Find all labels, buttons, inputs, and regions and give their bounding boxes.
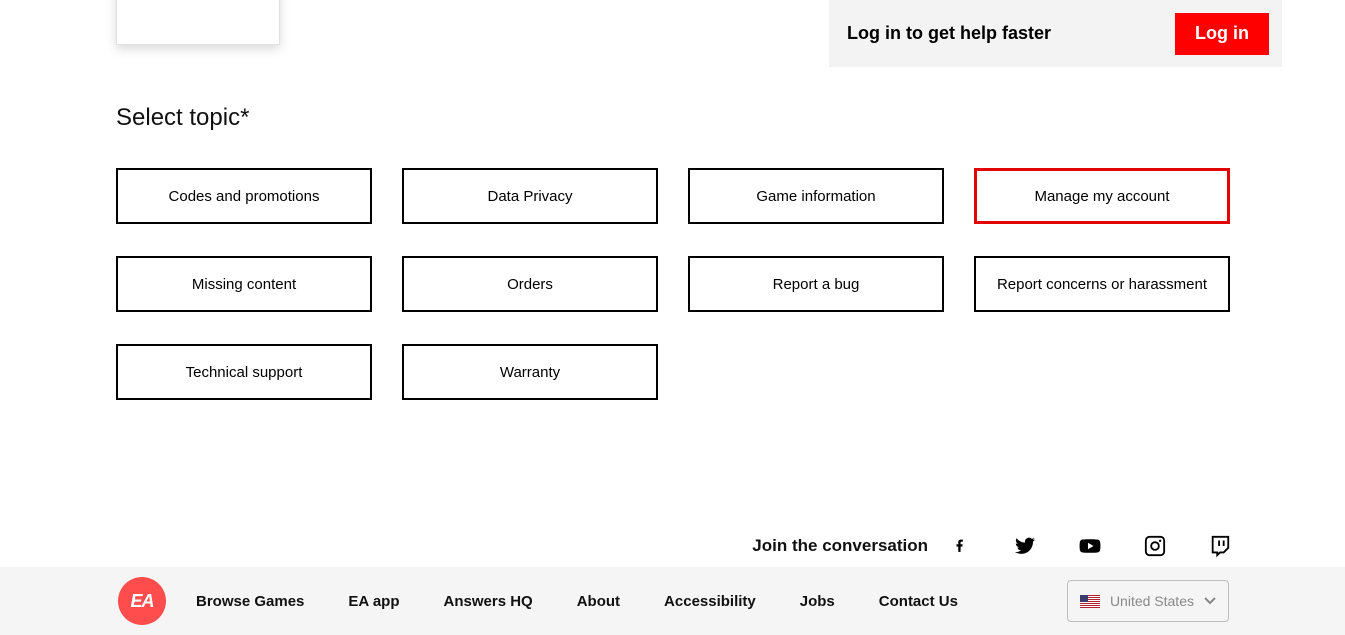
footer-bar: EA Browse Games EA app Answers HQ About Acce… [0, 567, 1345, 635]
login-button[interactable]: Log in [1175, 13, 1269, 55]
flag-icon [1080, 595, 1100, 608]
footer-links: Browse Games EA app Answers HQ About Accessi… [196, 593, 958, 610]
game-card-fragment [116, 0, 280, 45]
footer-link[interactable]: Answers HQ [444, 593, 533, 610]
topic-label: Report concerns or harassment [997, 276, 1207, 293]
social-label: Join the conversation [752, 536, 928, 556]
twitch-icon[interactable] [1205, 534, 1235, 558]
instagram-icon[interactable] [1140, 534, 1170, 558]
login-banner: Log in to get help faster Log in [829, 0, 1282, 67]
topic-label: Technical support [186, 364, 303, 381]
region-selector[interactable]: United States [1067, 580, 1229, 622]
facebook-icon[interactable] [945, 534, 975, 558]
topic-option[interactable]: Data Privacy [402, 168, 658, 224]
topic-option[interactable]: Orders [402, 256, 658, 312]
topic-option[interactable]: Missing content [116, 256, 372, 312]
topic-option[interactable]: Report concerns or harassment [974, 256, 1230, 312]
region-label: United States [1110, 593, 1194, 609]
topic-option[interactable]: Game information [688, 168, 944, 224]
footer-link[interactable]: Browse Games [196, 593, 304, 610]
topic-option[interactable]: Report a bug [688, 256, 944, 312]
topic-label: Codes and promotions [169, 188, 320, 205]
topic-label: Data Privacy [487, 188, 572, 205]
youtube-icon[interactable] [1075, 534, 1105, 558]
footer-link[interactable]: About [577, 593, 620, 610]
footer-link[interactable]: Contact Us [879, 593, 958, 610]
chevron-down-icon [1204, 592, 1216, 610]
main-content: Select topic* Codes and promotions Data P… [116, 104, 1231, 400]
topic-label: Manage my account [1034, 188, 1169, 205]
social-row: Join the conversation [752, 534, 1235, 558]
topic-option[interactable]: Technical support [116, 344, 372, 400]
twitter-icon[interactable] [1010, 534, 1040, 558]
topic-option[interactable]: Manage my account [974, 168, 1230, 224]
topic-label: Report a bug [773, 276, 860, 293]
topic-grid: Codes and promotions Data Privacy Game inf… [116, 168, 1231, 400]
topic-label: Orders [507, 276, 553, 293]
topic-option[interactable]: Warranty [402, 344, 658, 400]
ea-logo[interactable]: EA [118, 577, 166, 625]
select-topic-heading: Select topic* [116, 104, 1231, 132]
topic-label: Missing content [192, 276, 296, 293]
topic-label: Game information [756, 188, 875, 205]
footer-link[interactable]: Jobs [800, 593, 835, 610]
login-banner-message: Log in to get help faster [847, 23, 1051, 44]
footer-link[interactable]: EA app [348, 593, 399, 610]
topic-label: Warranty [500, 364, 560, 381]
ea-logo-text: EA [130, 591, 153, 612]
topic-option[interactable]: Codes and promotions [116, 168, 372, 224]
footer-link[interactable]: Accessibility [664, 593, 756, 610]
